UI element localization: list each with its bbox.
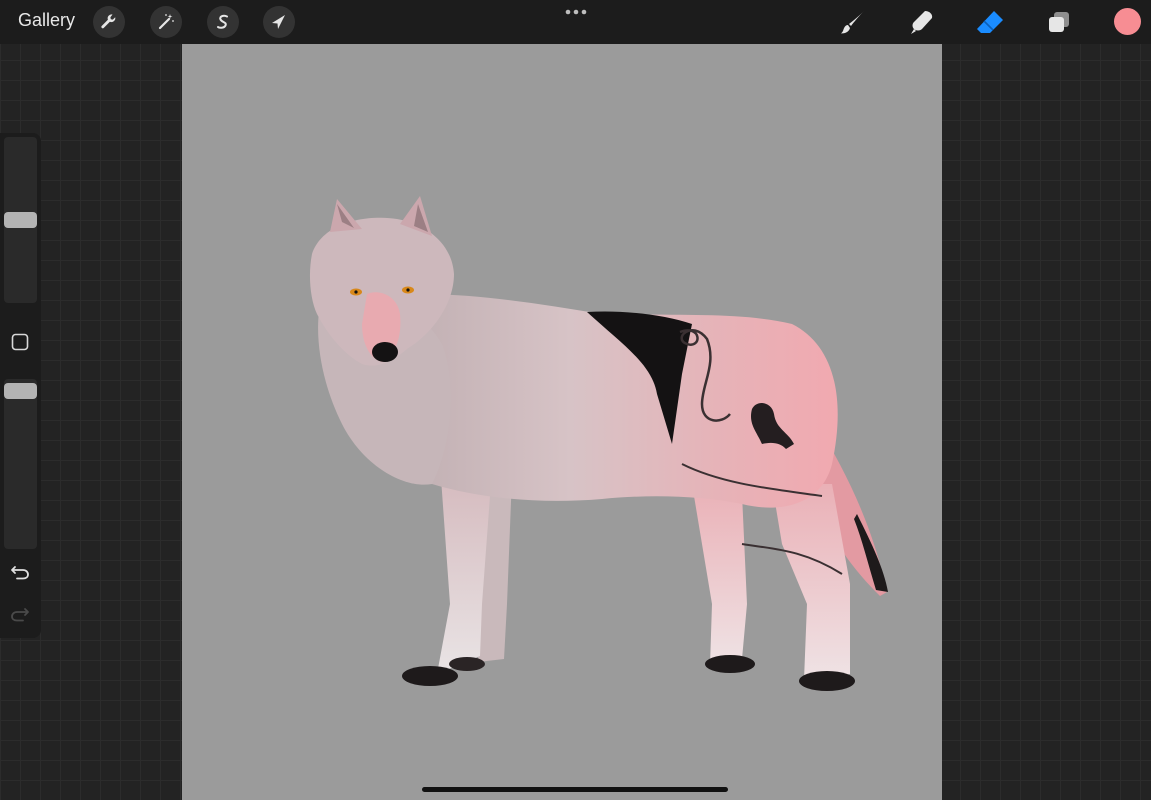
smudge-finger-icon: [911, 11, 933, 34]
layers-button[interactable]: [1042, 6, 1076, 38]
selection-button[interactable]: [207, 6, 239, 38]
wrench-icon: [101, 14, 116, 29]
brush-opacity-slider[interactable]: [4, 379, 37, 549]
brush-size-thumb[interactable]: [4, 212, 37, 228]
layers-icon: [1049, 12, 1069, 32]
transform-button[interactable]: [263, 6, 295, 38]
color-picker-button[interactable]: [1114, 8, 1141, 35]
smudge-tool-button[interactable]: [905, 6, 939, 38]
selection-s-icon: [217, 14, 228, 29]
left-sidebar: [0, 133, 41, 638]
eraser-tool-button[interactable]: [973, 6, 1007, 38]
modify-button[interactable]: [11, 333, 29, 351]
undo-icon: [11, 566, 29, 580]
eraser-icon: [977, 11, 1003, 33]
undo-button[interactable]: [8, 561, 32, 583]
adjustments-button[interactable]: [150, 6, 182, 38]
square-modify-icon: [11, 333, 29, 351]
more-options-button[interactable]: [560, 4, 592, 20]
redo-icon: [11, 608, 29, 622]
more-dots-icon: [565, 9, 587, 15]
brush-opacity-thumb[interactable]: [4, 383, 37, 399]
top-toolbar: Gallery: [0, 0, 1151, 44]
actions-button[interactable]: [93, 6, 125, 38]
gallery-button[interactable]: Gallery: [18, 10, 75, 31]
redo-button[interactable]: [8, 603, 32, 625]
brush-icon: [841, 11, 864, 34]
brush-tool-button[interactable]: [836, 6, 870, 38]
arrow-cursor-icon: [272, 15, 285, 29]
home-indicator[interactable]: [422, 787, 728, 792]
drawing-canvas[interactable]: [182, 44, 942, 800]
magic-wand-icon: [158, 14, 174, 30]
wolf-artwork: [309, 196, 888, 691]
